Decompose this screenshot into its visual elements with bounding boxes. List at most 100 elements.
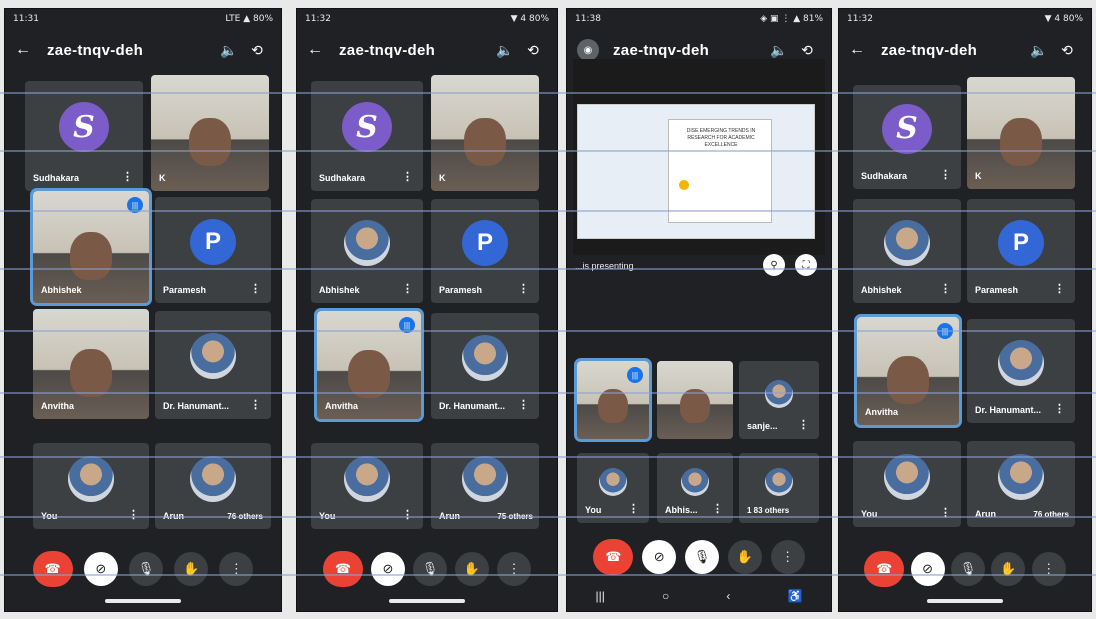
participant-tile-hanumant[interactable]: Dr. Hanumant... ⋮ [967,319,1075,423]
speaker-icon[interactable]: 🔈 [765,42,793,59]
more-options-icon[interactable]: ⋮ [1054,402,1065,415]
more-options-icon[interactable]: ⋮ [712,502,723,515]
speaker-icon[interactable]: 🔈 [491,42,519,59]
more-options-button[interactable]: ⋮ [770,540,805,574]
participant-tile-sanje[interactable]: sanje... ⋮ [739,361,819,439]
participant-tile-anvitha[interactable]: Anvitha [33,309,149,419]
more-options-icon[interactable]: ⋮ [128,508,139,521]
end-call-button[interactable]: ☎ [323,551,363,587]
camera-toggle-button[interactable]: ⊘ [83,552,118,586]
back-arrow-icon[interactable]: ← [849,41,867,59]
recent-apps-icon[interactable]: ||| [596,589,605,603]
more-options-icon[interactable]: ⋮ [628,502,639,515]
more-options-icon[interactable]: ⋮ [402,508,413,521]
participant-tile-abhis[interactable]: Abhis... ⋮ [657,453,733,523]
participant-tile-paramesh[interactable]: P Paramesh ⋮ [431,199,539,303]
more-options-button[interactable]: ⋮ [497,552,531,586]
more-options-icon[interactable]: ⋮ [940,168,951,181]
mic-toggle-button[interactable]: 🎙 [950,552,985,586]
avatar [998,454,1044,501]
participant-tile-k[interactable]: K [431,75,539,191]
home-indicator[interactable] [927,599,1003,603]
home-indicator[interactable] [389,599,465,603]
participant-tile-you[interactable]: You ⋮ [311,443,423,529]
accessibility-icon[interactable]: ♿ [787,589,802,603]
participant-tile-you[interactable]: You ⋮ [33,443,149,529]
self-avatar-icon[interactable]: ◉ [577,39,599,61]
meeting-code-title[interactable]: zae-tnqv-deh [599,42,765,59]
others-count[interactable]: 75 others [497,512,533,521]
more-options-icon[interactable]: ⋮ [1054,282,1065,295]
participant-tile-anvitha[interactable]: ||| Anvitha [314,308,424,422]
camera-toggle-button[interactable]: ⊘ [642,540,677,574]
participant-tile-abhishek[interactable]: Abhishek ⋮ [311,199,423,303]
meeting-code-title[interactable]: zae-tnqv-deh [867,42,1025,59]
end-call-button[interactable]: ☎ [593,539,634,575]
more-options-icon[interactable]: ⋮ [940,506,951,519]
more-options-icon[interactable]: ⋮ [518,398,529,411]
participant-tile-sudhakara[interactable]: S Sudhakara ⋮ [25,81,143,191]
participant-tile-speaker[interactable]: ||| [574,358,652,442]
more-options-button[interactable]: ⋮ [1031,552,1066,586]
nav-back-icon[interactable]: ‹ [726,589,730,603]
participant-tile-sudhakara[interactable]: S Sudhakara ⋮ [853,85,961,189]
switch-camera-icon[interactable]: ⟲ [793,42,821,59]
others-count[interactable]: 76 others [1033,510,1069,519]
raise-hand-button[interactable]: ✋ [174,552,209,586]
switch-camera-icon[interactable]: ⟲ [519,42,547,59]
fullscreen-button[interactable]: ⛶ [795,254,817,276]
home-indicator[interactable] [105,599,181,603]
participant-tile-you[interactable]: You ⋮ [853,441,961,527]
participant-name: K [975,171,982,181]
back-arrow-icon[interactable]: ← [15,41,33,59]
participant-tile-hanumant[interactable]: Dr. Hanumant... ⋮ [155,311,271,419]
mic-toggle-button[interactable]: 🎙 [684,540,719,574]
raise-hand-button[interactable]: ✋ [455,552,489,586]
speaker-icon[interactable]: 🔈 [1025,42,1053,59]
meeting-code-title[interactable]: zae-tnqv-deh [33,42,215,59]
participant-tile-hanumant[interactable]: Dr. Hanumant... ⋮ [431,313,539,419]
pin-button[interactable]: ⚲ [763,254,785,276]
camera-toggle-button[interactable]: ⊘ [910,552,945,586]
home-icon[interactable]: ○ [662,589,669,603]
more-options-button[interactable]: ⋮ [219,552,254,586]
participant-tile-arun[interactable]: Arun 75 others [431,443,539,529]
more-options-icon[interactable]: ⋮ [250,282,261,295]
end-call-button[interactable]: ☎ [864,551,905,587]
participant-tile-paramesh[interactable]: P Paramesh ⋮ [967,199,1075,303]
participant-tile-video[interactable] [657,361,733,439]
more-options-icon[interactable]: ⋮ [940,282,951,295]
more-options-icon[interactable]: ⋮ [402,282,413,295]
participant-tile-sudhakara[interactable]: S Sudhakara ⋮ [311,81,423,191]
others-count[interactable]: 76 others [227,512,263,521]
back-arrow-icon[interactable]: ← [307,41,325,59]
participant-name: Abhishek [861,285,902,295]
participant-tile-you[interactable]: You ⋮ [577,453,649,523]
end-call-button[interactable]: ☎ [32,551,73,587]
participant-tile-anvitha[interactable]: ||| Anvitha [854,314,962,428]
mic-toggle-button[interactable]: 🎙 [413,552,447,586]
raise-hand-button[interactable]: ✋ [991,552,1026,586]
participant-tile-paramesh[interactable]: P Paramesh ⋮ [155,197,271,303]
raise-hand-button[interactable]: ✋ [727,540,762,574]
participant-tile-others[interactable]: 1 83 others [739,453,819,523]
participant-tile-k[interactable]: K [967,77,1075,189]
camera-toggle-button[interactable]: ⊘ [371,552,405,586]
meeting-code-title[interactable]: zae-tnqv-deh [325,42,491,59]
avatar [344,456,390,503]
speaker-icon[interactable]: 🔈 [215,42,243,59]
more-options-icon[interactable]: ⋮ [518,282,529,295]
switch-camera-icon[interactable]: ⟲ [1053,42,1081,59]
presentation-stage[interactable]: DISE EMERGING TRENDS IN RESEARCH FOR ACA… [573,59,825,255]
more-options-icon[interactable]: ⋮ [250,398,261,411]
participant-tile-arun[interactable]: Arun 76 others [155,443,271,529]
participant-tile-abhishek[interactable]: Abhishek ⋮ [853,199,961,303]
more-options-icon[interactable]: ⋮ [798,418,809,431]
participant-tile-k[interactable]: K [151,75,269,191]
switch-camera-icon[interactable]: ⟲ [243,42,271,59]
more-options-icon[interactable]: ⋮ [122,170,133,183]
more-options-icon[interactable]: ⋮ [402,170,413,183]
participant-tile-arun[interactable]: Arun 76 others [967,441,1075,527]
mic-toggle-button[interactable]: 🎙 [128,552,163,586]
participant-tile-abhishek[interactable]: ||| Abhishek [30,188,152,306]
